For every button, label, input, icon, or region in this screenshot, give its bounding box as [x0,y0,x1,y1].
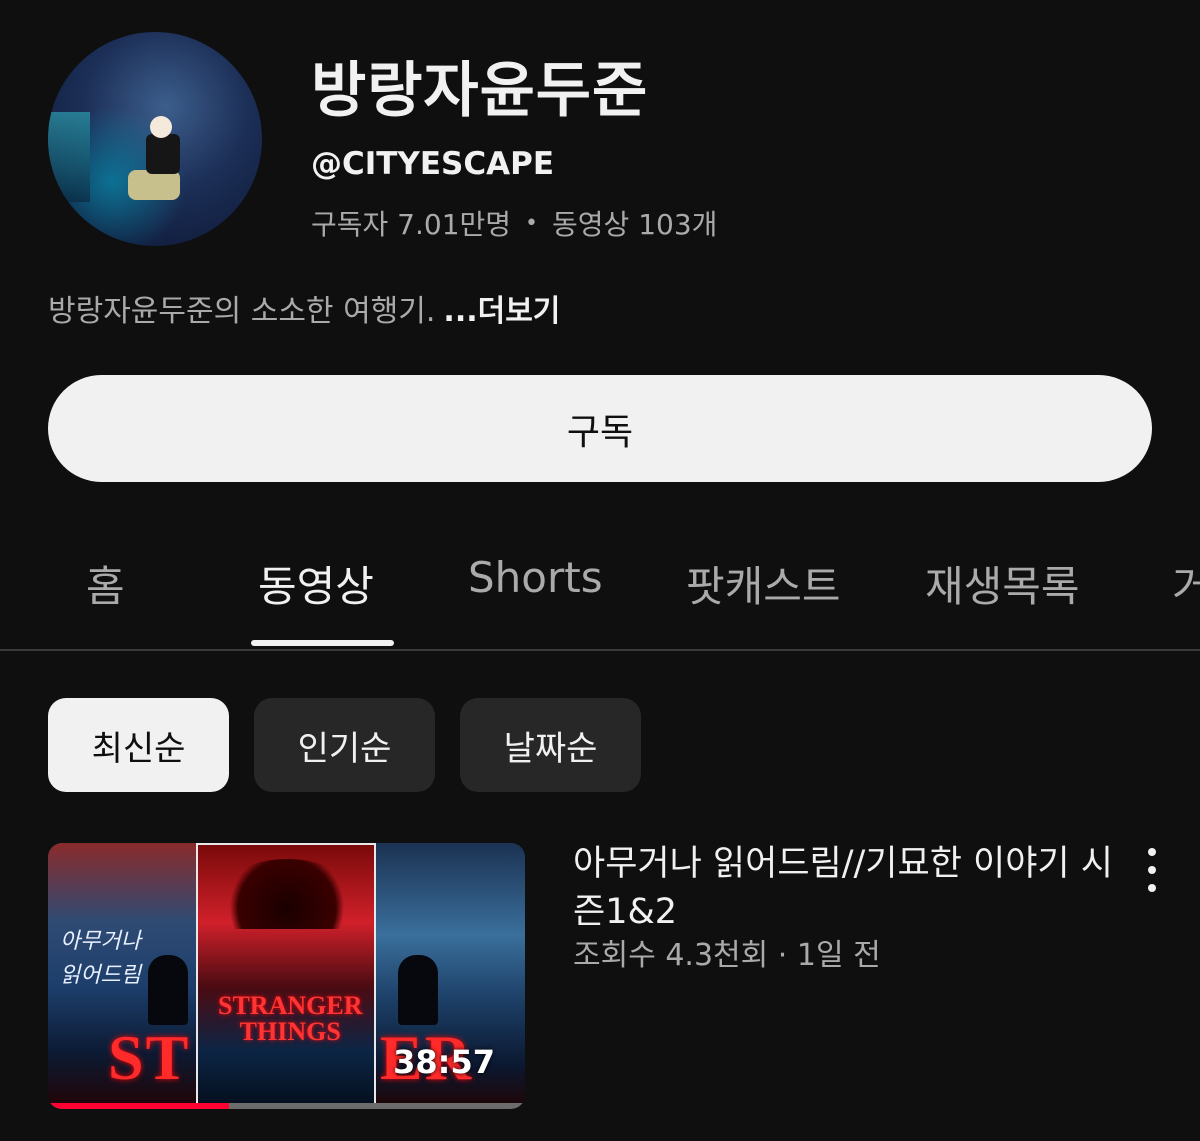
avatar-stage-light [48,112,90,202]
tab-shorts[interactable]: Shorts [468,553,603,602]
tab-playlists[interactable]: 재생목록 [925,553,1080,614]
tab-videos[interactable]: 동영상 [258,553,374,614]
avatar-figure-body [146,134,180,174]
thumbnail-panel-center: STRANGER THINGS [196,843,376,1105]
thumbnail-silhouette [398,955,438,1025]
active-tab-indicator [251,640,394,646]
stats-separator: • [525,210,539,236]
kebab-dot [1148,848,1156,856]
tab-podcasts[interactable]: 팟캐스트 [686,553,841,614]
chip-popular[interactable]: 인기순 [254,698,435,792]
subscribe-button[interactable]: 구독 [48,375,1152,482]
thumbnail-monster [222,859,352,929]
description-text: 방랑자윤두준의 소소한 여행기. [48,294,436,329]
channel-stats: 구독자 7.01만명 • 동영상 103개 [311,203,717,243]
kebab-dot [1148,866,1156,874]
watch-progress-fill [48,1103,230,1109]
channel-description: 방랑자윤두준의 소소한 여행기. ...더보기 [48,286,560,330]
avatar-figure-legs [128,170,180,200]
video-meta: 조회수 4.3천회 · 1일 전 [573,938,881,973]
video-count: 동영상 103개 [552,208,718,241]
channel-tabs: 홈 동영상 Shorts 팟캐스트 재생목록 거 [0,545,1200,651]
chip-oldest[interactable]: 날짜순 [460,698,641,792]
channel-avatar[interactable] [48,32,262,246]
thumbnail-logo-left: ST [108,1022,191,1093]
kebab-dot [1148,884,1156,892]
thumbnail-panel-left: 아무거나 읽어드림 ST [48,843,196,1105]
video-thumbnail[interactable]: 아무거나 읽어드림 ST STRANGER THINGS ER 38:57 [48,843,525,1109]
thumbnail-silhouette [148,955,188,1025]
chip-latest[interactable]: 최신순 [48,698,229,792]
video-title[interactable]: 아무거나 읽어드림//기묘한 이야기 시즌1&2 [573,840,1113,936]
thumbnail-logo-center: STRANGER THINGS [218,991,363,1046]
kebab-menu-icon[interactable] [1138,848,1166,892]
avatar-figure-head [150,116,172,138]
tab-home[interactable]: 홈 [86,553,125,614]
channel-name: 방랑자윤두준 [311,56,649,126]
video-duration: 38:57 [393,1043,495,1081]
tab-posts-truncated[interactable]: 거 [1172,553,1200,614]
more-link[interactable]: ...더보기 [443,294,560,329]
channel-handle: @CITYESCAPE [311,146,555,182]
subscriber-count: 구독자 7.01만명 [311,208,512,241]
thumbnail-handwriting: 아무거나 읽어드림 [60,929,141,988]
